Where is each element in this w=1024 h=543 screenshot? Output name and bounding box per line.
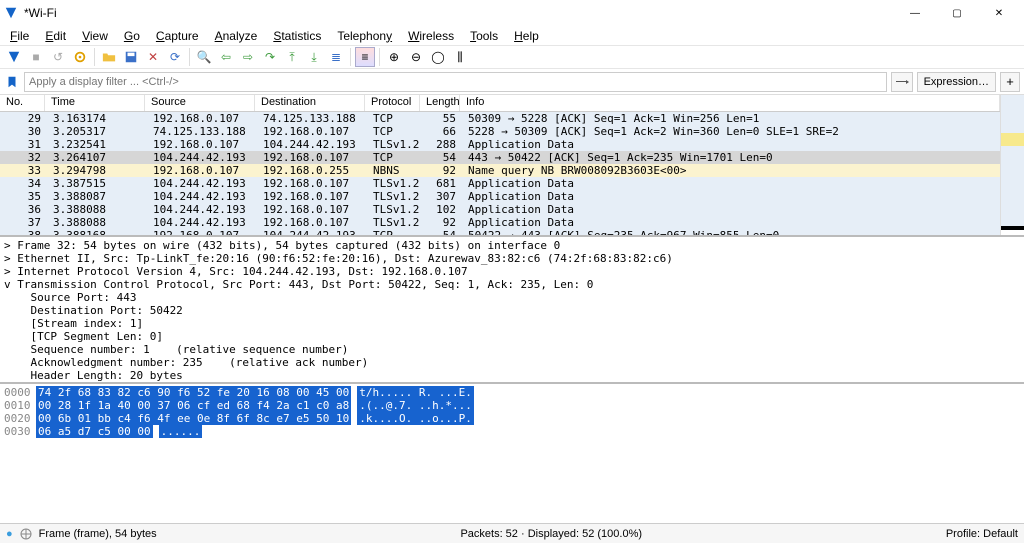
close-button[interactable]: ✕ xyxy=(978,2,1020,24)
capture-options-icon[interactable] xyxy=(70,47,90,67)
menu-telephony[interactable]: Telephony xyxy=(331,27,398,45)
go-prev-icon[interactable]: ⇦ xyxy=(216,47,236,67)
go-last-icon[interactable]: ⤓ xyxy=(304,47,324,67)
packet-row[interactable]: 383.388168192.168.0.107104.244.42.193TCP… xyxy=(0,229,1000,235)
titlebar: *Wi-Fi — ▢ ✕ xyxy=(0,0,1024,26)
toolbar: ■ ↺ ✕ ⟳ 🔍 ⇦ ⇨ ↷ ⤒ ⤓ ≣ ≡ ⊕ ⊖ ◯ ⫼ xyxy=(0,45,1024,69)
hex-row[interactable]: 000074 2f 68 83 82 c6 90 f6 52 fe 20 16 … xyxy=(4,386,1020,399)
detail-line[interactable]: [Stream index: 1] xyxy=(4,317,1020,330)
expert-info-icon[interactable] xyxy=(19,527,33,541)
separator xyxy=(94,48,95,66)
packet-row[interactable]: 323.264107104.244.42.193192.168.0.107TCP… xyxy=(0,151,1000,164)
detail-line[interactable]: > Ethernet II, Src: Tp-LinkT_fe:20:16 (9… xyxy=(4,252,1020,265)
detail-line[interactable]: v Transmission Control Protocol, Src Por… xyxy=(4,278,1020,291)
menu-analyze[interactable]: Analyze xyxy=(209,27,264,45)
status-ready-icon: ● xyxy=(6,528,13,540)
detail-line[interactable]: > Internet Protocol Version 4, Src: 104.… xyxy=(4,265,1020,278)
zoom-out-icon[interactable]: ⊖ xyxy=(406,47,426,67)
maximize-button[interactable]: ▢ xyxy=(936,2,978,24)
packet-row[interactable]: 363.388088104.244.42.193192.168.0.107TLS… xyxy=(0,203,1000,216)
menu-help[interactable]: Help xyxy=(508,27,545,45)
col-header-time[interactable]: Time xyxy=(45,95,145,111)
packet-row[interactable]: 333.294798192.168.0.107192.168.0.255NBNS… xyxy=(0,164,1000,177)
open-file-icon[interactable] xyxy=(99,47,119,67)
find-packet-icon[interactable]: 🔍 xyxy=(194,47,214,67)
col-header-source[interactable]: Source xyxy=(145,95,255,111)
status-frame-label: Frame (frame), 54 bytes xyxy=(39,528,157,540)
col-header-protocol[interactable]: Protocol xyxy=(365,95,420,111)
color-gutter xyxy=(1000,95,1024,235)
go-first-icon[interactable]: ⤒ xyxy=(282,47,302,67)
status-profile-label[interactable]: Profile: Default xyxy=(946,528,1018,540)
stop-capture-icon[interactable]: ■ xyxy=(26,47,46,67)
display-filter-input[interactable] xyxy=(24,72,887,92)
detail-line[interactable]: [TCP Segment Len: 0] xyxy=(4,330,1020,343)
packet-list-header: No. Time Source Destination Protocol Len… xyxy=(0,95,1000,112)
goto-packet-icon[interactable]: ↷ xyxy=(260,47,280,67)
close-file-icon[interactable]: ✕ xyxy=(143,47,163,67)
go-next-icon[interactable]: ⇨ xyxy=(238,47,258,67)
col-header-length[interactable]: Length xyxy=(420,95,460,111)
zoom-reset-icon[interactable]: ◯ xyxy=(428,47,448,67)
filter-dropdown-icon[interactable] xyxy=(891,72,913,92)
col-header-no[interactable]: No. xyxy=(0,95,45,111)
menu-wireless[interactable]: Wireless xyxy=(402,27,460,45)
packet-list-body[interactable]: 293.163174192.168.0.10774.125.133.188TCP… xyxy=(0,112,1000,235)
detail-line[interactable]: Source Port: 443 xyxy=(4,291,1020,304)
packet-detail-pane[interactable]: > Frame 32: 54 bytes on wire (432 bits),… xyxy=(0,237,1024,384)
menu-go[interactable]: Go xyxy=(118,27,146,45)
autoscroll-icon[interactable]: ≣ xyxy=(326,47,346,67)
packet-row[interactable]: 303.20531774.125.133.188192.168.0.107TCP… xyxy=(0,125,1000,138)
detail-line[interactable]: Sequence number: 1 (relative sequence nu… xyxy=(4,343,1020,356)
resize-columns-icon[interactable]: ⫼ xyxy=(450,47,470,67)
menu-file[interactable]: File xyxy=(4,27,35,45)
menubar: File Edit View Go Capture Analyze Statis… xyxy=(0,26,1024,45)
menu-statistics[interactable]: Statistics xyxy=(267,27,327,45)
filter-bar: Expression… + xyxy=(0,69,1024,95)
expression-button[interactable]: Expression… xyxy=(917,72,996,92)
menu-capture[interactable]: Capture xyxy=(150,27,205,45)
detail-line[interactable]: Destination Port: 50422 xyxy=(4,304,1020,317)
detail-line[interactable]: Header Length: 20 bytes xyxy=(4,369,1020,382)
minimize-button[interactable]: — xyxy=(894,2,936,24)
packet-row[interactable]: 353.388087104.244.42.193192.168.0.107TLS… xyxy=(0,190,1000,203)
app-icon xyxy=(4,6,18,20)
packet-row[interactable]: 293.163174192.168.0.10774.125.133.188TCP… xyxy=(0,112,1000,125)
restart-capture-icon[interactable]: ↺ xyxy=(48,47,68,67)
col-header-destination[interactable]: Destination xyxy=(255,95,365,111)
packet-row[interactable]: 313.232541192.168.0.107104.244.42.193TLS… xyxy=(0,138,1000,151)
window-title: *Wi-Fi xyxy=(24,6,894,20)
add-filter-button[interactable]: + xyxy=(1000,72,1020,92)
start-capture-icon[interactable] xyxy=(4,47,24,67)
hex-row[interactable]: 003006 a5 d7 c5 00 00...... xyxy=(4,425,1020,438)
separator xyxy=(350,48,351,66)
separator xyxy=(379,48,380,66)
save-file-icon[interactable] xyxy=(121,47,141,67)
hex-row[interactable]: 001000 28 1f 1a 40 00 37 06 cf ed 68 f4 … xyxy=(4,399,1020,412)
statusbar: ● Frame (frame), 54 bytes Packets: 52 · … xyxy=(0,523,1024,543)
menu-edit[interactable]: Edit xyxy=(39,27,72,45)
menu-tools[interactable]: Tools xyxy=(464,27,504,45)
reload-icon[interactable]: ⟳ xyxy=(165,47,185,67)
bookmark-icon[interactable] xyxy=(4,74,20,90)
hex-row[interactable]: 002000 6b 01 bb c4 f6 4f ee 0e 8f 6f 8c … xyxy=(4,412,1020,425)
menu-view[interactable]: View xyxy=(76,27,114,45)
packet-row[interactable]: 343.387515104.244.42.193192.168.0.107TLS… xyxy=(0,177,1000,190)
colorize-icon[interactable]: ≡ xyxy=(355,47,375,67)
separator xyxy=(189,48,190,66)
packet-list-pane: No. Time Source Destination Protocol Len… xyxy=(0,95,1024,237)
status-packets-label: Packets: 52 · Displayed: 52 (100.0%) xyxy=(167,528,936,540)
detail-line[interactable]: Acknowledgment number: 235 (relative ack… xyxy=(4,356,1020,369)
packet-hex-pane[interactable]: 000074 2f 68 83 82 c6 90 f6 52 fe 20 16 … xyxy=(0,384,1024,523)
detail-line[interactable]: > Frame 32: 54 bytes on wire (432 bits),… xyxy=(4,239,1020,252)
zoom-in-icon[interactable]: ⊕ xyxy=(384,47,404,67)
col-header-info[interactable]: Info xyxy=(460,95,1000,111)
packet-row[interactable]: 373.388088104.244.42.193192.168.0.107TLS… xyxy=(0,216,1000,229)
